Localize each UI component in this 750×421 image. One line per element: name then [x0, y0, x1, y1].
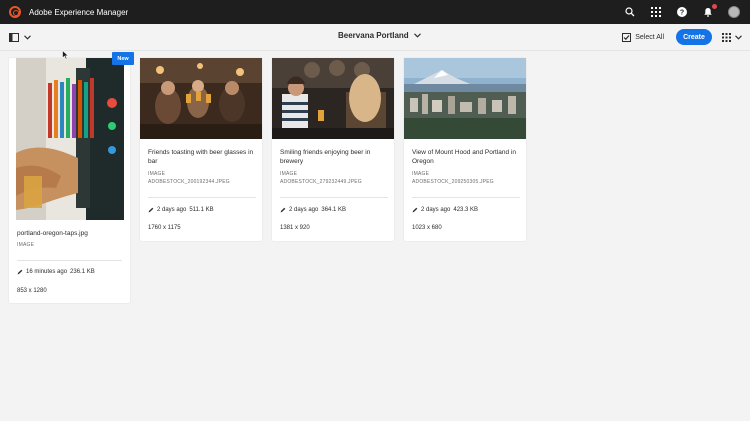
asset-name[interactable]: Smiling friends enjoying beer in brewery: [280, 148, 388, 166]
app-title[interactable]: Adobe Experience Manager: [29, 8, 128, 17]
asset-type: IMAGE: [148, 171, 166, 177]
modified-time: 2 days ago: [157, 207, 187, 213]
card-view-icon: [722, 32, 731, 42]
asset-stock-id: ADOBESTOCK_209250305.JPEG: [412, 179, 494, 185]
chevron-down-icon: [735, 34, 742, 40]
select-all-icon: [622, 32, 632, 42]
pencil-icon: [17, 269, 23, 275]
rail-toggle-button[interactable]: [9, 32, 31, 42]
asset-name[interactable]: Friends toasting with beer glasses in ba…: [148, 148, 256, 166]
chevron-down-icon: [413, 33, 421, 38]
create-button[interactable]: Create: [676, 29, 712, 45]
asset-modified-info: 16 minutes ago 236.1 KB: [17, 269, 95, 275]
asset-modified-info: 2 days ago 364.1 KB: [280, 207, 346, 213]
modified-time: 2 days ago: [289, 207, 319, 213]
card-divider: [412, 197, 520, 198]
action-bar: Beervana Portland Select All Create: [0, 24, 750, 51]
modified-time: 2 days ago: [421, 207, 451, 213]
asset-thumbnail[interactable]: [140, 58, 262, 139]
user-avatar[interactable]: [728, 6, 740, 18]
file-size: 423.3 KB: [453, 207, 479, 213]
file-size: 511.1 KB: [189, 207, 214, 213]
asset-dimensions: 853 x 1280: [17, 288, 47, 294]
asset-card-smiling-friends[interactable]: Smiling friends enjoying beer in brewery…: [272, 58, 394, 241]
asset-type: IMAGE: [412, 171, 430, 177]
notification-badge: [712, 4, 717, 9]
select-all-label: Select All: [635, 33, 664, 41]
help-icon[interactable]: ?: [676, 6, 688, 18]
select-all-button[interactable]: Select All: [622, 32, 664, 42]
asset-modified-info: 2 days ago 511.1 KB: [148, 207, 214, 213]
asset-dimensions: 1760 x 1175: [148, 225, 181, 231]
asset-name[interactable]: portland-oregon-taps.jpg: [17, 229, 122, 238]
shell-header: Adobe Experience Manager ?: [0, 0, 750, 24]
asset-type: IMAGE: [17, 242, 35, 248]
folder-title-dropdown[interactable]: Beervana Portland: [338, 31, 421, 40]
pencil-icon: [148, 207, 154, 213]
file-size: 364.1 KB: [321, 207, 347, 213]
asset-stock-id: ADOBESTOCK_279232449.JPEG: [280, 179, 362, 185]
svg-text:?: ?: [680, 10, 684, 17]
asset-stock-id: ADOBESTOCK_200192344.JPEG: [148, 179, 230, 185]
card-divider: [148, 197, 256, 198]
notifications-bell-icon[interactable]: [702, 4, 717, 18]
card-divider: [17, 260, 122, 261]
apps-grid-icon[interactable]: [650, 6, 662, 18]
view-switcher-button[interactable]: [722, 32, 742, 42]
asset-card-mount-hood[interactable]: View of Mount Hood and Portland in Orego…: [404, 58, 526, 241]
asset-name[interactable]: View of Mount Hood and Portland in Orego…: [412, 148, 520, 166]
mouse-cursor-icon: [62, 50, 69, 60]
new-badge: New: [112, 52, 134, 65]
pencil-icon: [280, 207, 286, 213]
shell-actions: ?: [624, 4, 740, 18]
asset-type: IMAGE: [280, 171, 298, 177]
asset-thumbnail[interactable]: [16, 58, 124, 220]
pencil-icon: [412, 207, 418, 213]
asset-card-portland-oregon-taps[interactable]: New portland-oregon-taps.jpg IMAGE 16 mi…: [9, 52, 134, 303]
file-size: 236.1 KB: [70, 269, 95, 275]
actionbar-right: Select All Create: [622, 29, 742, 45]
asset-dimensions: 1381 x 920: [280, 225, 310, 231]
asset-thumbnail[interactable]: [404, 58, 526, 139]
asset-modified-info: 2 days ago 423.3 KB: [412, 207, 478, 213]
side-panel-icon: [9, 32, 19, 42]
asset-thumbnail[interactable]: [272, 58, 394, 139]
folder-title: Beervana Portland: [338, 31, 409, 40]
chevron-down-icon: [24, 34, 31, 40]
aem-logo-icon[interactable]: [9, 6, 21, 18]
card-divider: [280, 197, 388, 198]
search-icon[interactable]: [624, 6, 636, 18]
asset-card-friends-toasting[interactable]: Friends toasting with beer glasses in ba…: [140, 58, 262, 241]
asset-dimensions: 1023 x 680: [412, 225, 442, 231]
modified-time: 16 minutes ago: [26, 269, 68, 275]
